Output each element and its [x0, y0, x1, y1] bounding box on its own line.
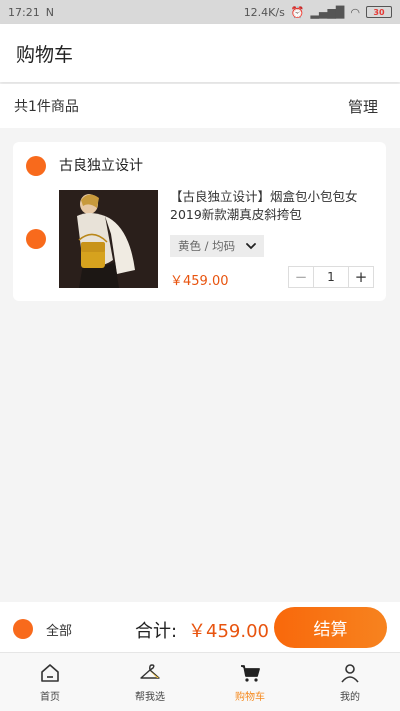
product-image[interactable] [59, 190, 158, 288]
wifi-icon: ◠ [350, 5, 360, 19]
shop-select-radio[interactable] [26, 156, 46, 176]
battery-icon: 30 [366, 6, 392, 18]
variant-label: 黄色 / 均码 [178, 239, 236, 253]
increase-button[interactable]: + [349, 267, 373, 287]
tab-cart-label: 购物车 [235, 691, 265, 703]
network-speed: 12.4K/s [243, 5, 285, 19]
total-label: 合计: [135, 621, 178, 642]
select-all-radio[interactable] [13, 619, 33, 639]
quantity-stepper: − 1 + [288, 266, 374, 288]
tab-home-label: 首页 [40, 691, 60, 703]
page-title: 购物车 [16, 43, 74, 66]
item-price: ￥459.00 [170, 274, 229, 289]
signal-icon: ▂▄▆█ [310, 5, 345, 19]
manage-button[interactable]: 管理 [348, 96, 378, 117]
decrease-button[interactable]: − [289, 267, 313, 287]
chevron-down-icon [246, 243, 256, 250]
alarm-icon: ⏰ [290, 5, 305, 19]
profile-icon [341, 663, 359, 683]
page-header: 购物车 [0, 24, 400, 82]
item-select-radio[interactable] [26, 229, 46, 249]
select-all-label[interactable]: 全部 [46, 620, 72, 639]
variant-select[interactable]: 黄色 / 均码 [170, 235, 264, 257]
tab-help-choose[interactable]: 帮我选 [100, 653, 200, 711]
bottom-tab-bar: 首页 帮我选 购物车 我的 [0, 652, 400, 711]
shop-name[interactable]: 古良独立设计 [59, 156, 143, 176]
tab-profile-label: 我的 [340, 691, 360, 703]
tab-home[interactable]: 首页 [0, 653, 100, 711]
cart-summary-bar: 共1件商品 管理 [0, 84, 400, 128]
notification-icon: N [45, 5, 54, 19]
tab-profile[interactable]: 我的 [300, 653, 400, 711]
tab-cart[interactable]: 购物车 [200, 653, 300, 711]
checkout-bar: 全部 合计: ￥459.00 结算 [0, 602, 400, 652]
cart-shop-card: 古良独立设计 【古良独立设计】烟盒包小包包女2019新款潮真皮斜挎包 黄色 / … [13, 142, 386, 301]
tab-help-choose-label: 帮我选 [135, 691, 165, 703]
item-count: 共1件商品 [14, 99, 79, 115]
home-icon [41, 663, 59, 682]
cart-icon [241, 664, 260, 682]
status-bar: 17:21 N 12.4K/s ⏰ ▂▄▆█ ◠ 30 [0, 0, 400, 24]
quantity-value[interactable]: 1 [313, 267, 349, 287]
checkout-button[interactable]: 结算 [274, 607, 387, 648]
hanger-icon [140, 663, 160, 679]
product-title[interactable]: 【古良独立设计】烟盒包小包包女2019新款潮真皮斜挎包 [170, 188, 370, 224]
total-amount: ￥459.00 [188, 621, 269, 642]
status-time: 17:21 [8, 5, 40, 19]
